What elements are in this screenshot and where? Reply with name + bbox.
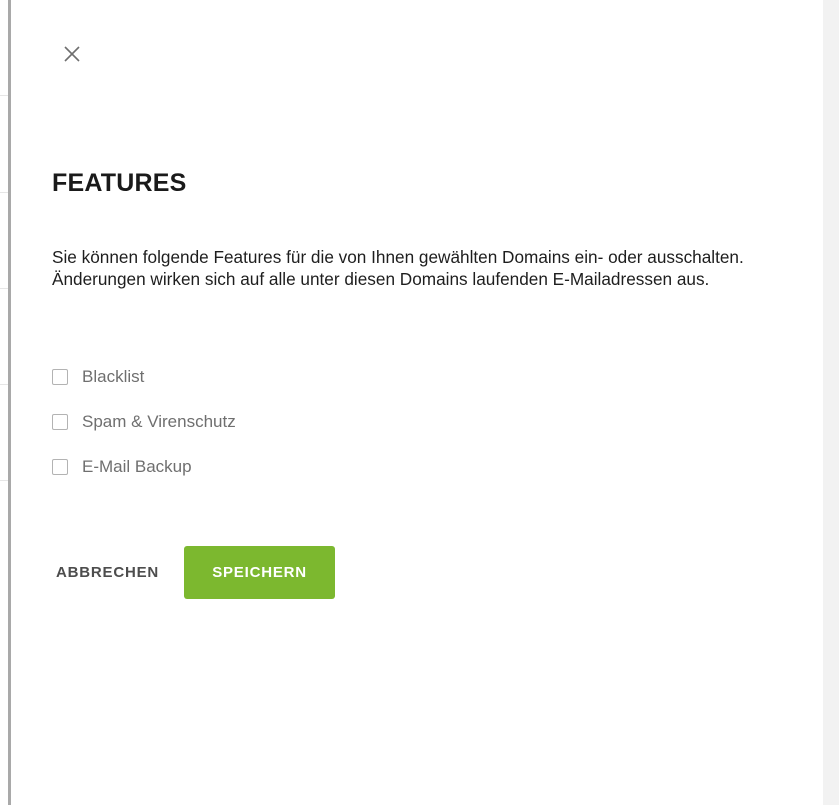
feature-label: Spam & Virenschutz [82,412,236,431]
feature-label: E-Mail Backup [82,457,192,476]
left-rail [0,0,8,805]
dialog-description: Sie können folgende Features für die von… [52,247,744,289]
feature-list: Blacklist Spam & Virenschutz E-Mail Back… [52,366,236,501]
rail-divider [0,288,8,289]
close-icon [64,46,80,62]
spam-virus-checkbox[interactable] [52,414,68,430]
feature-label: Blacklist [82,367,145,386]
panel-left-border [8,0,11,805]
dialog-title: FEATURES [52,169,187,197]
rail-divider [0,192,8,193]
blacklist-checkbox[interactable] [52,369,68,385]
feature-dialog-page: FEATURES Sie können folgende Features fü… [0,0,839,805]
rail-divider [0,480,8,481]
cancel-button[interactable]: ABBRECHEN [56,546,159,599]
feature-option-spam-virus[interactable]: Spam & Virenschutz [52,411,236,433]
feature-option-blacklist[interactable]: Blacklist [52,366,236,388]
email-backup-checkbox[interactable] [52,459,68,475]
right-scroll-strip [823,0,839,805]
close-button[interactable] [58,40,86,68]
save-button[interactable]: SPEICHERN [184,546,336,599]
rail-divider [0,384,8,385]
feature-option-email-backup[interactable]: E-Mail Backup [52,456,236,478]
dialog-actions: ABBRECHEN SPEICHERN [56,546,336,599]
rail-divider [0,95,8,96]
